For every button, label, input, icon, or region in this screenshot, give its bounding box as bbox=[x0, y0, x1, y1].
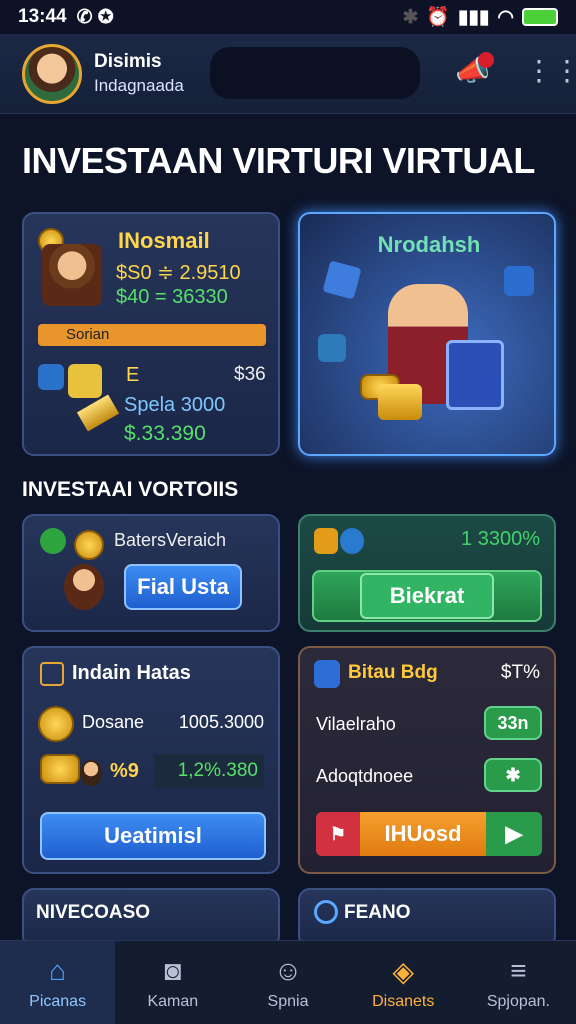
link-icon bbox=[340, 528, 364, 554]
spela-label: Spela 3000 bbox=[124, 394, 226, 416]
biekrat-button[interactable]: Biekrat bbox=[312, 570, 542, 622]
bottom-card-right[interactable]: FEANO bbox=[298, 888, 556, 948]
menu-icon: ≡ bbox=[510, 954, 527, 986]
clock: 13:44 bbox=[18, 6, 67, 27]
coin-icon bbox=[74, 530, 104, 560]
dollar-icon bbox=[318, 334, 346, 362]
cube-icon bbox=[322, 260, 362, 300]
coin-icon bbox=[38, 706, 74, 742]
nav-label: Spjopan. bbox=[486, 992, 550, 1010]
status-bar: 13:44 ✆ ✪ ✱ ⏰ ▮▮▮ ◠ bbox=[0, 0, 576, 34]
row1-value: 1005.3000 bbox=[178, 712, 264, 732]
character-icon bbox=[64, 564, 104, 610]
signal-icon: ▮▮▮ bbox=[458, 6, 490, 28]
card7-title: NIVECOASO bbox=[36, 902, 151, 923]
globe-icon bbox=[40, 528, 66, 554]
crypto-chip-icon bbox=[68, 364, 102, 398]
safe-icon bbox=[40, 662, 64, 686]
fial-usta-button[interactable]: Fial Usta bbox=[124, 564, 242, 610]
row2-tag: %9 bbox=[110, 760, 139, 782]
row1-label: Vilaelraho bbox=[316, 714, 396, 734]
bottom-card-left[interactable]: NIVECOASO bbox=[22, 888, 280, 948]
badge-icon bbox=[314, 660, 340, 688]
featured-investor-card[interactable]: Nrodahsh bbox=[298, 212, 556, 456]
wallet-icon: ◈ bbox=[392, 955, 414, 987]
card-amount: $.33.390 bbox=[124, 422, 206, 445]
bluetooth-icon: ✱ bbox=[402, 6, 419, 28]
home-icon: ⌂ bbox=[49, 954, 67, 986]
notification-badge bbox=[478, 52, 494, 68]
menu-grid-icon[interactable]: ⋮⋮ bbox=[525, 54, 576, 87]
row2-value: 1,2%.380 bbox=[154, 754, 264, 788]
camera-icon: ◙ bbox=[164, 954, 182, 986]
section-heading: INVESTAAI VORTOIIS bbox=[22, 478, 239, 501]
price-line-2: $40 = 36330 bbox=[116, 286, 228, 308]
user-name: Disimis bbox=[94, 50, 162, 72]
nav-label: Spnia bbox=[267, 992, 309, 1010]
nav-item-home[interactable]: ⌂ Picanas bbox=[0, 941, 116, 1024]
page-title: INVESTAAN VIRTURI VIRTUAL bbox=[22, 140, 535, 181]
ueatimisl-button[interactable]: Ueatimisl bbox=[40, 812, 266, 860]
gold-bar-icon bbox=[76, 394, 120, 432]
character-icon bbox=[80, 760, 102, 786]
nav-item-wallet[interactable]: ◈ Disanets bbox=[346, 941, 461, 1024]
card8-title: FEANO bbox=[344, 902, 411, 923]
nav-label: Kaman bbox=[147, 992, 199, 1010]
label-e: E bbox=[126, 364, 140, 386]
growth-value: 1 3300% bbox=[461, 528, 540, 550]
budget-title: Bitau Bdg bbox=[348, 662, 438, 683]
alarm-icon: ⏰ bbox=[426, 7, 451, 28]
shield-icon bbox=[314, 528, 338, 554]
holdings-card[interactable]: Indain Hatas Dosane 1005.3000 %9 1,2%.38… bbox=[22, 646, 280, 874]
budget-percent: $T% bbox=[500, 662, 540, 683]
gold-safe-icon bbox=[378, 384, 422, 420]
play-button[interactable]: ▶ bbox=[486, 812, 542, 856]
nav-label: Picanas bbox=[29, 992, 87, 1010]
clock-icon bbox=[314, 900, 338, 924]
bottom-nav: ⌂ Picanas ◙ Kaman ☺ Spnia ◈ Disanets ≡ S… bbox=[0, 940, 576, 1024]
investor-avatar bbox=[42, 244, 102, 306]
strategy-card[interactable]: BatersVeraich Fial Usta bbox=[22, 514, 280, 632]
nav-item-camera[interactable]: ◙ Kaman bbox=[115, 941, 230, 1024]
price-line-1: $S0 ≑ 2.9510 bbox=[116, 262, 241, 284]
nav-item-menu[interactable]: ≡ Spjopan. bbox=[461, 941, 576, 1024]
row1-label: Dosane bbox=[82, 712, 145, 732]
user-handle: Indagnaada bbox=[94, 75, 184, 95]
flag-button[interactable]: ⚑ bbox=[316, 812, 360, 856]
progress-bar: Sorian bbox=[38, 324, 266, 346]
biekrat-label: Biekrat bbox=[359, 573, 495, 619]
row2-button[interactable]: ✱ bbox=[484, 758, 542, 792]
featured-title: Nrodahsh bbox=[377, 232, 481, 257]
row1-button[interactable]: 33n bbox=[484, 706, 542, 740]
value-r: $36 bbox=[234, 364, 266, 385]
chart-icon bbox=[504, 266, 534, 296]
holdings-title: Indain Hatas bbox=[72, 662, 191, 684]
portfolio-card[interactable]: INosmail $S0 ≑ 2.9510 $40 = 36330 Sorian… bbox=[22, 212, 280, 456]
smile-icon: ☺ bbox=[273, 954, 303, 986]
avatar[interactable] bbox=[22, 43, 82, 104]
battery-icon bbox=[522, 8, 558, 26]
ihuosd-button[interactable]: IHUosd bbox=[360, 812, 486, 856]
laptop-icon bbox=[446, 340, 504, 410]
wifi-icon: ◠ bbox=[497, 6, 514, 28]
dice-icon bbox=[38, 364, 64, 390]
app-header: Disimis Indagnaada 📣 ⋮⋮ bbox=[0, 34, 576, 114]
search-bar[interactable] bbox=[210, 47, 420, 99]
row2-label: Adoqtdnoee bbox=[316, 766, 414, 786]
nav-item-social[interactable]: ☺ Spnia bbox=[230, 941, 345, 1024]
card-title: INosmail bbox=[118, 228, 210, 253]
coin-stack-icon bbox=[40, 754, 80, 784]
growth-card[interactable]: 1 3300% Biekrat bbox=[298, 514, 556, 632]
strategy-title: BatersVeraich bbox=[114, 530, 227, 550]
nav-label: Disanets bbox=[372, 992, 435, 1010]
budget-card[interactable]: Bitau Bdg $T% Vilaelraho 33n Adoqtdnoee … bbox=[298, 646, 556, 874]
notification-icons: ✆ ✪ bbox=[76, 6, 114, 28]
